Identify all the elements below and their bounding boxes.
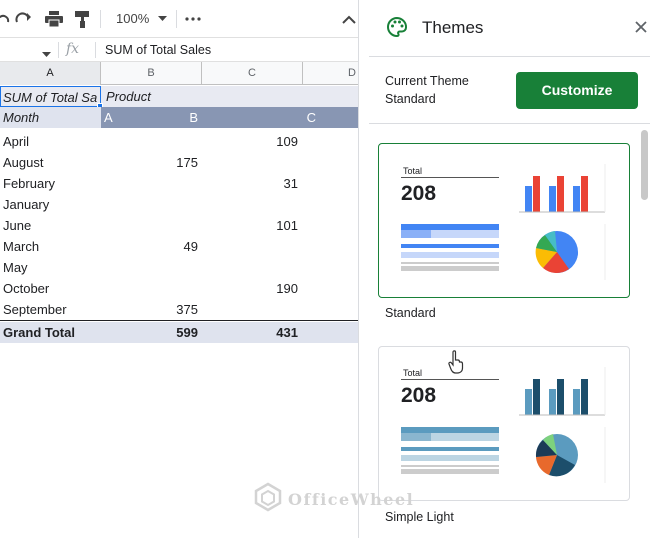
panel-scrollbar[interactable] [641,130,648,200]
column-header-b[interactable]: B [101,62,202,85]
name-box-dropdown-icon[interactable] [42,46,51,61]
table-row: April 109 [0,131,358,152]
column-header-d[interactable]: D [303,62,358,85]
formula-divider [58,42,59,58]
table-row: June 101 [0,215,358,236]
value-c-cell: 101 [276,218,298,233]
value-c-cell: 109 [276,134,298,149]
more-options-icon[interactable] [184,9,202,29]
table-row: October 190 [0,278,358,299]
current-theme-value: Standard [385,92,436,106]
watermark-text: OfficeWheel [288,490,415,509]
selected-cell[interactable]: SUM of Total Sa [0,86,101,107]
collapse-toolbar-icon[interactable] [341,9,357,29]
preview-pie-chart [535,427,606,483]
panel-divider [369,123,650,124]
grand-total-b: 599 [176,325,198,340]
product-b-header: B [189,110,198,125]
column-header-row: A B C D [0,62,358,85]
grand-total-label: Grand Total [3,325,75,340]
month-cell: January [3,197,50,212]
pivot-column-field-label: Product [106,89,151,104]
value-c-cell: 190 [276,281,298,296]
grand-total-c: 431 [276,325,298,340]
column-header-c[interactable]: C [202,62,303,85]
pivot-title-row: SUM of Total Sa Product [0,86,358,109]
toolbar: 100% [0,0,358,38]
zoom-select[interactable]: 100% [116,11,149,26]
formula-bar: fx SUM of Total Sales [0,38,358,62]
spreadsheet-area: 100% fx SUM of Total Sales A B C D SUM o… [0,0,358,538]
redo-icon[interactable] [14,9,34,29]
chevron-down-icon[interactable] [156,9,168,29]
month-header-cell: Month [0,107,101,128]
hand-cursor-icon [448,350,464,374]
palette-icon [386,16,408,41]
preview-table [401,224,499,271]
value-c-cell: 31 [283,176,298,191]
formula-input[interactable]: SUM of Total Sales [105,43,211,57]
toolbar-divider [176,10,177,28]
theme-card-simple-light[interactable]: Total 208 [378,346,630,501]
current-theme-label: Current Theme [385,74,469,88]
table-row: February 31 [0,173,358,194]
preview-rule [401,177,499,178]
preview-value: 208 [401,182,437,205]
value-b-cell: 375 [176,302,198,317]
value-b-cell: 49 [183,239,198,254]
preview-bar-chart [519,367,606,416]
preview-rule [401,379,499,380]
table-row: September 375 [0,299,358,320]
month-cell: August [3,155,44,170]
panel-divider [369,56,650,57]
close-icon[interactable] [635,21,647,36]
preview-bar-chart [519,164,606,213]
fx-icon: fx [66,41,80,57]
month-cell: September [3,302,67,317]
customize-button[interactable]: Customize [516,72,638,109]
value-b-cell: 175 [176,155,198,170]
panel-title: Themes [422,18,484,37]
month-cell: May [3,260,28,275]
theme-name-standard: Standard [385,306,436,320]
column-header-a[interactable]: A [0,62,101,85]
month-cell: February [3,176,56,191]
table-row: January [0,194,358,215]
undo-icon[interactable] [0,9,10,29]
theme-name-simple-light: Simple Light [385,510,454,524]
month-header: Month [3,110,40,125]
product-c-header: C [306,110,316,125]
print-icon[interactable] [44,9,64,29]
month-cell: June [3,218,32,233]
table-row: August 175 [0,152,358,173]
preview-value: 208 [401,384,437,407]
month-cell: October [3,281,50,296]
preview-total-label: Total [403,368,423,378]
table-row: March 49 [0,236,358,257]
pivot-header-row: Month A B C [0,107,358,128]
preview-pie-chart [535,224,606,280]
month-cell: March [3,239,40,254]
preview-table [401,427,499,474]
themes-panel: Themes Current Theme Standard Customize … [358,0,650,538]
preview-total-label: Total [403,166,423,176]
officewheel-logo-icon [254,482,282,512]
theme-card-standard[interactable]: Total 208 [378,143,630,298]
pivot-values-label: SUM of Total Sa [3,90,98,105]
paint-format-icon[interactable] [72,9,92,29]
month-cell: April [3,134,30,149]
toolbar-divider [100,10,101,28]
formula-divider [95,42,96,58]
grand-total-row: Grand Total 599 431 [0,322,358,343]
table-row: May [0,257,358,278]
